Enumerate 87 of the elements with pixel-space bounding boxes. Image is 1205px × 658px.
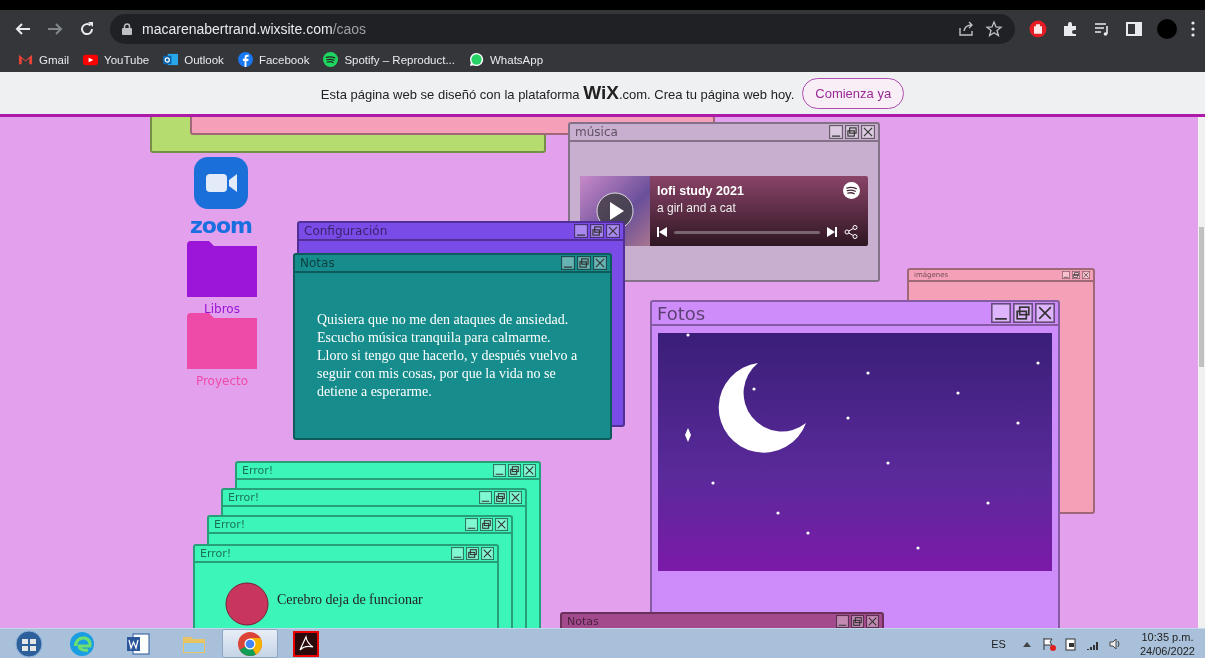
restore-icon[interactable] (577, 256, 591, 270)
puzzle-icon[interactable] (1061, 19, 1079, 38)
window-title: Configuración (304, 224, 389, 238)
minimize-icon[interactable] (574, 224, 588, 238)
error-circle-icon (225, 582, 269, 626)
share-icon[interactable] (957, 19, 975, 38)
menu-icon[interactable] (1191, 20, 1195, 37)
restore-icon[interactable] (494, 491, 507, 504)
flag-icon[interactable] (1041, 636, 1056, 651)
lock-icon (122, 22, 132, 35)
close-icon[interactable] (495, 518, 508, 531)
restore-icon[interactable] (1013, 303, 1033, 323)
close-icon[interactable] (509, 491, 522, 504)
restore-icon[interactable] (508, 464, 521, 477)
restore-icon[interactable] (851, 615, 864, 628)
bookmark[interactable]: WhatsApp (469, 52, 544, 67)
restore-icon[interactable] (1072, 271, 1080, 279)
minimize-icon[interactable] (465, 518, 478, 531)
bookmark[interactable]: Outlook (163, 52, 224, 67)
minimize-icon[interactable] (1062, 271, 1070, 279)
app-label: zoom (190, 213, 252, 238)
bookmark[interactable]: Gmail (18, 52, 70, 67)
start-orb-icon[interactable] (12, 629, 46, 658)
clock-time: 10:35 p.m. (1141, 629, 1194, 644)
bookmark[interactable]: Spotify – Reproduct... (323, 52, 455, 67)
phone-bubble-icon (469, 52, 484, 67)
close-icon[interactable] (866, 615, 879, 628)
window-title: Error! (214, 518, 247, 531)
minimize-icon[interactable] (451, 547, 464, 560)
minimize-icon[interactable] (829, 125, 843, 139)
bookmark[interactable]: Facebook (237, 52, 310, 67)
spotify-icon (323, 52, 339, 67)
close-icon[interactable] (1035, 303, 1055, 323)
close-icon[interactable] (593, 256, 607, 270)
track-title: lofi study 2021 (657, 184, 745, 198)
banner-text: Esta página web se diseñó con la plataforma WiX.com. Crea tu página web hoy. (320, 82, 795, 104)
bookmark[interactable]: YouTube (83, 52, 150, 67)
side-panel-icon[interactable] (1125, 19, 1143, 38)
reload-icon[interactable] (78, 19, 96, 38)
share-icon[interactable] (844, 225, 858, 239)
clock-date: 24/06/2022 (1139, 643, 1195, 658)
minimize-icon[interactable] (493, 464, 506, 477)
next-icon[interactable] (827, 227, 837, 237)
minimize-icon[interactable] (836, 615, 849, 628)
window-title: Notas (300, 256, 336, 270)
swirl-icon (69, 630, 95, 657)
clock[interactable]: 10:35 p.m. 24/06/2022 (1139, 629, 1195, 658)
window-title: Error! (200, 547, 233, 560)
window-title: Fotos (657, 302, 707, 324)
scrollbar[interactable] (1198, 117, 1205, 628)
close-icon[interactable] (481, 547, 494, 560)
close-icon[interactable] (523, 464, 536, 477)
error-message: Cerebro deja de funcionar (277, 592, 423, 608)
window-title: Error! (242, 464, 275, 477)
minimize-icon[interactable] (479, 491, 492, 504)
mail-icon (163, 52, 179, 67)
language-indicator[interactable]: ES (991, 637, 1006, 650)
address-bar[interactable]: macarenabertrand.wixsite.com/caos (110, 13, 1015, 44)
star-icon[interactable] (985, 19, 1003, 38)
restore-icon[interactable] (845, 125, 859, 139)
close-icon[interactable] (606, 224, 620, 238)
acrobat-icon (293, 630, 319, 657)
document-w-icon (125, 630, 151, 657)
artist-name: a girl and a cat (657, 201, 737, 215)
close-icon[interactable] (861, 125, 875, 139)
spotify-icon[interactable] (843, 182, 860, 199)
progress-track[interactable] (674, 230, 820, 234)
play-icon (83, 52, 99, 67)
chrome-icon (237, 630, 263, 657)
start-button[interactable]: Comienza ya (802, 77, 905, 109)
window-title: Notas (567, 615, 600, 628)
minimize-icon[interactable] (561, 256, 575, 270)
folder-label: Proyecto (195, 374, 249, 388)
speaker-icon[interactable] (1107, 636, 1122, 651)
video-camera-icon[interactable] (194, 157, 248, 209)
window-title: Error! (228, 491, 261, 504)
url-text: macarenabertrand.wixsite.com/caos (142, 20, 367, 37)
f-logo-icon (237, 52, 253, 67)
restore-icon[interactable] (466, 547, 479, 560)
restore-icon[interactable] (480, 518, 493, 531)
mail-icon (18, 52, 33, 67)
folder-label: Libros (204, 302, 240, 316)
previous-icon[interactable] (657, 227, 667, 237)
window-title: música (575, 125, 619, 139)
note-text: Quisiera que no me den ataques de ansiedad. Escucho música tranquila para calmarme. Lloro si tengo que hacerlo, y después vuelvo a seguir con mis cosas, por que la vida no se detiene a esperarme. (316, 311, 579, 401)
restore-icon[interactable] (590, 224, 604, 238)
minimize-icon[interactable] (991, 303, 1011, 323)
